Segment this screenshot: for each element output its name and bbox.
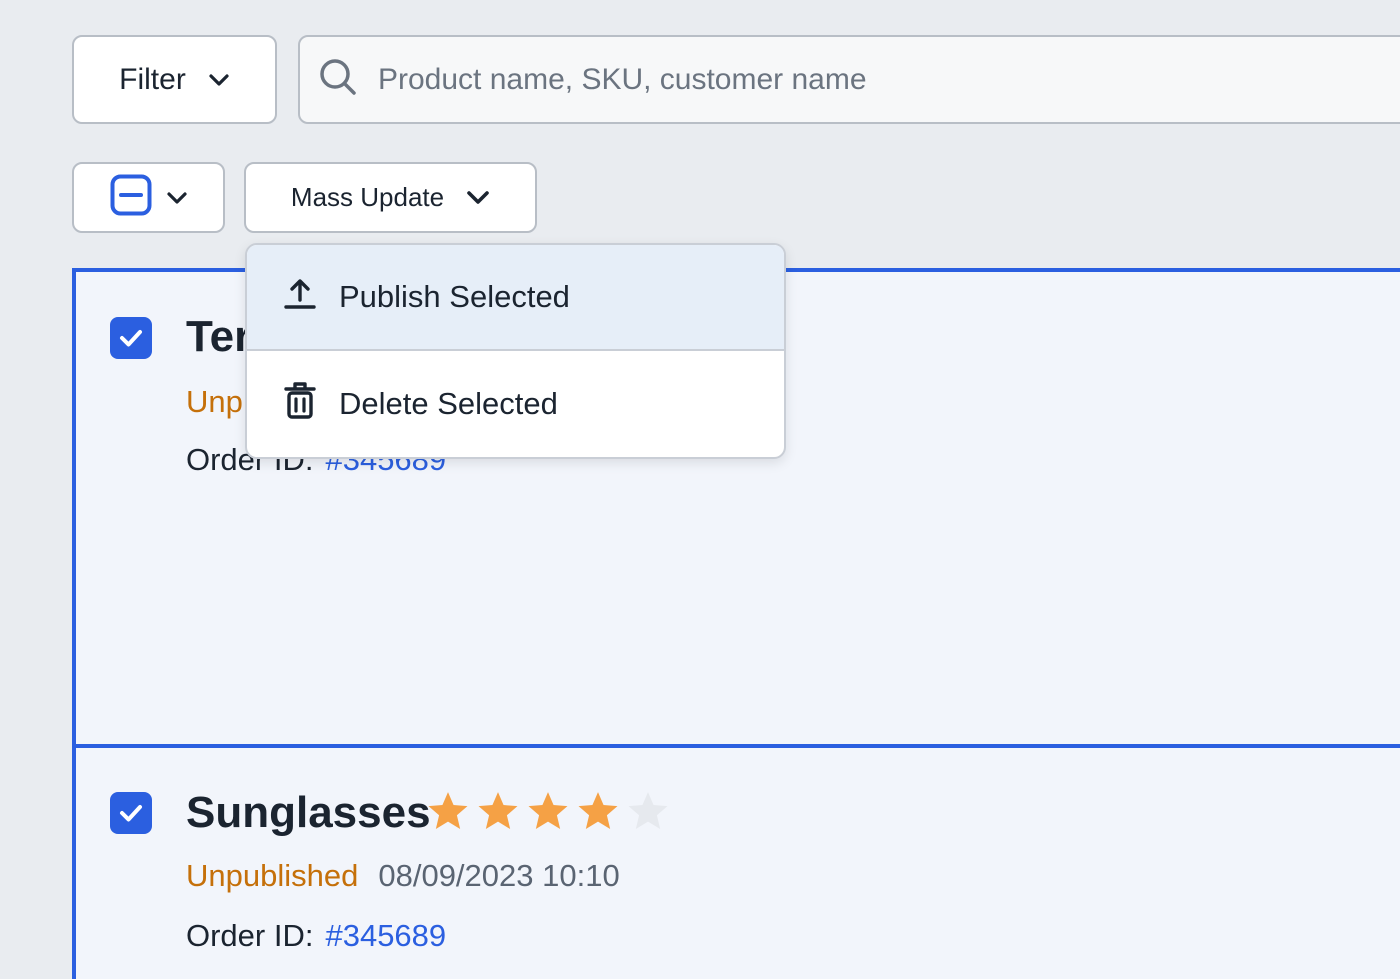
- star-filled-icon: [528, 792, 568, 830]
- row-checkbox[interactable]: [110, 317, 152, 359]
- filter-button[interactable]: Filter: [72, 35, 277, 124]
- menu-item-delete-selected[interactable]: Delete Selected: [247, 351, 784, 457]
- menu-item-label: Publish Selected: [339, 279, 570, 314]
- status-badge: Unpublished: [186, 858, 359, 893]
- mass-update-label: Mass Update: [290, 182, 445, 212]
- mass-update-button[interactable]: Mass Update: [244, 162, 537, 233]
- search-box[interactable]: [298, 35, 1400, 124]
- star-empty-icon: [628, 792, 668, 830]
- status-line: Unpublished 08/09/2023 10:10: [186, 858, 620, 894]
- product-card[interactable]: Sunglasses Unpublished 08/09/2023 10:10 …: [72, 744, 1400, 979]
- star-filled-icon: [478, 792, 518, 830]
- chevron-down-icon: [466, 190, 490, 206]
- menu-item-label: Delete Selected: [339, 386, 558, 421]
- upload-icon: [283, 276, 317, 318]
- status-line: Unp: [186, 384, 243, 420]
- date-text: 08/09/2023 10:10: [378, 858, 620, 893]
- status-badge: Unp: [186, 384, 243, 419]
- order-label: Order ID:: [186, 918, 314, 953]
- star-rating: [426, 790, 670, 832]
- star-filled-icon: [578, 792, 618, 830]
- indeterminate-checkbox-icon[interactable]: [110, 174, 152, 221]
- select-all-dropdown[interactable]: [72, 162, 225, 233]
- order-line: Order ID: #345689: [186, 918, 446, 954]
- search-icon: [318, 57, 358, 102]
- chevron-down-icon: [166, 191, 188, 205]
- trash-icon: [283, 380, 317, 428]
- checkmark-icon: [120, 805, 142, 822]
- product-list-page: Filter Mass Update Ter Unp: [0, 0, 1400, 979]
- menu-item-publish-selected[interactable]: Publish Selected: [247, 245, 784, 351]
- checkmark-icon: [120, 330, 142, 347]
- search-input[interactable]: [378, 62, 1278, 97]
- filter-label: Filter: [119, 62, 186, 96]
- product-title[interactable]: Sunglasses: [186, 788, 431, 838]
- product-title[interactable]: Ter: [186, 312, 251, 362]
- chevron-down-icon: [208, 73, 230, 87]
- order-id-link[interactable]: #345689: [325, 918, 446, 954]
- star-filled-icon: [428, 792, 468, 830]
- mass-update-menu: Publish Selected Delete Selected: [245, 243, 786, 459]
- row-checkbox[interactable]: [110, 792, 152, 834]
